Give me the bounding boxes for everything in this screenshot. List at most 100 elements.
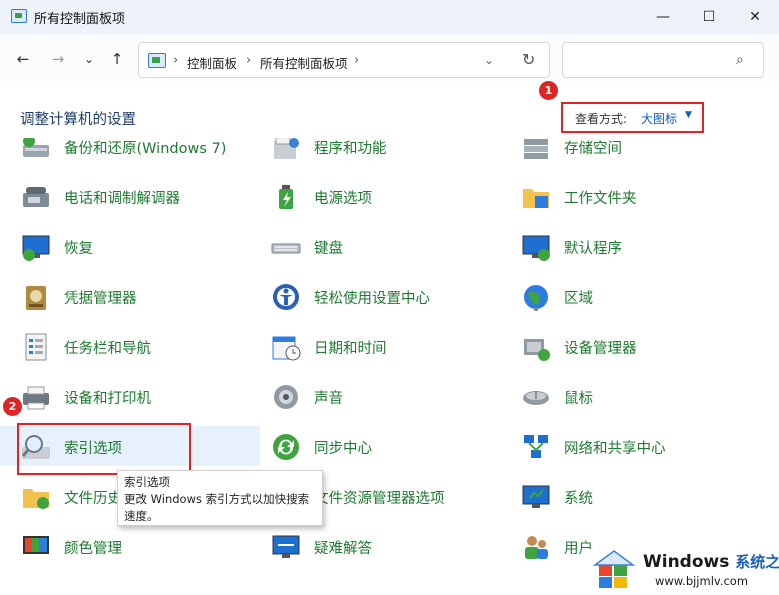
region-icon (524, 285, 548, 311)
control-panel-item[interactable]: 声音 (250, 376, 500, 416)
control-panel-item-label: 区域 (564, 291, 593, 307)
tooltip: 索引选项 更改 Windows 索引方式以加快搜索 速度。 (117, 470, 323, 526)
control-panel-item-label: 备份和还原(Windows 7) (64, 141, 227, 157)
printer-icon (23, 386, 49, 410)
breadcrumb-control-panel[interactable]: 控制面板 (187, 53, 237, 72)
address-bar[interactable]: › 控制面板 › 所有控制面板项 › ⌄ ↻ (138, 42, 550, 78)
control-panel-item[interactable]: 程序和功能 (250, 138, 500, 166)
user-accounts-icon (525, 536, 548, 559)
control-panel-item-label: 设备和打印机 (64, 391, 151, 407)
work-folders-icon (523, 189, 549, 208)
address-row: ← → ⌄ ↑ › 控制面板 › 所有控制面板项 › ⌄ ↻ ⌕ (0, 34, 779, 86)
control-panel-item-label: 工作文件夹 (564, 191, 637, 207)
watermark-brand: Windows 系统之家 (643, 551, 779, 572)
step-badge-2: 2 (3, 397, 22, 416)
control-panel-icon (11, 9, 27, 23)
view-by-value[interactable]: 大图标 (641, 110, 677, 127)
minimize-button[interactable]: — (640, 0, 686, 34)
device-manager-icon (524, 339, 550, 361)
search-input[interactable]: ⌕ (562, 42, 764, 78)
control-panel-item[interactable]: 同步中心 (250, 426, 500, 466)
control-panel-item[interactable]: 默认程序 (500, 226, 750, 266)
phone-modem-icon (23, 187, 49, 207)
page-title: 调整计算机的设置 (20, 112, 136, 128)
control-panel-item[interactable]: 电话和调制解调器 (0, 176, 260, 216)
control-panel-item-label: 同步中心 (314, 441, 372, 457)
control-panel-item[interactable]: 任务栏和导航 (0, 326, 260, 366)
control-panel-item-label: 电话和调制解调器 (64, 191, 180, 207)
power-icon (279, 185, 293, 209)
breadcrumb-separator: › (173, 53, 179, 68)
credential-icon (26, 286, 46, 310)
up-button[interactable]: ↑ (106, 48, 128, 70)
control-panel-item[interactable]: 颜色管理 (0, 526, 260, 566)
chevron-down-icon[interactable]: ⌄ (484, 53, 494, 67)
highlight-box (17, 423, 191, 475)
control-panel-item-label: 日期和时间 (314, 341, 387, 357)
color-icon (23, 536, 49, 554)
control-panel-item[interactable]: 设备管理器 (500, 326, 750, 366)
sound-icon (274, 385, 298, 409)
default-programs-icon (522, 235, 550, 261)
watermark-brand-en: Windows (643, 552, 730, 572)
maximize-button[interactable]: ☐ (686, 0, 732, 34)
control-panel-item[interactable]: 工作文件夹 (500, 176, 750, 216)
control-panel-item[interactable]: 设备和打印机 (0, 376, 260, 416)
control-panel-item-label: 文件资源管理器选项 (314, 491, 445, 507)
control-panel-item[interactable]: 备份和还原(Windows 7) (0, 138, 260, 166)
caret-down-icon[interactable]: ▼ (685, 110, 692, 120)
recent-locations-button[interactable]: ⌄ (78, 48, 100, 70)
control-panel-icon (148, 53, 166, 68)
step-badge-1: 1 (539, 81, 558, 100)
control-panel-item-label: 凭据管理器 (64, 291, 137, 307)
control-panel-item[interactable]: 疑难解答 (250, 526, 500, 566)
control-panel-item[interactable]: 键盘 (250, 226, 500, 266)
control-panel-item[interactable]: 恢复 (0, 226, 260, 266)
control-panel-item-label: 电源选项 (314, 191, 372, 207)
network-icon (524, 435, 548, 458)
control-panel-item[interactable]: 网络和共享中心 (500, 426, 750, 466)
control-panel-item[interactable]: 电源选项 (250, 176, 500, 216)
control-panel-item[interactable]: 鼠标 (500, 376, 750, 416)
forward-button[interactable]: → (47, 48, 69, 70)
back-button[interactable]: ← (12, 48, 34, 70)
datetime-icon (272, 336, 301, 361)
troubleshoot-icon (272, 535, 300, 558)
mouse-icon (523, 391, 549, 405)
breadcrumb-separator: › (246, 53, 252, 68)
recovery-icon (22, 235, 50, 261)
close-button[interactable]: ✕ (732, 0, 778, 34)
control-panel-item-label: 任务栏和导航 (64, 341, 151, 357)
control-panel-item-label: 键盘 (314, 241, 343, 257)
control-panel-item[interactable]: 系统 (500, 476, 750, 516)
view-by-selector[interactable]: 查看方式: 大图标 ▼ (561, 102, 704, 133)
control-panel-item-label: 程序和功能 (314, 141, 387, 157)
control-panel-item[interactable]: 存储空间 (500, 138, 750, 166)
breadcrumb-all-items[interactable]: 所有控制面板项 (260, 53, 348, 72)
breadcrumb-separator: › (354, 53, 360, 68)
control-panel-item[interactable]: 凭据管理器 (0, 276, 260, 316)
windows-logo-icon (592, 550, 636, 588)
control-panel-item-label: 轻松使用设置中心 (314, 291, 430, 307)
storage-icon (524, 139, 548, 159)
control-panel-item-label: 存储空间 (564, 141, 622, 157)
control-panel-item-label: 疑难解答 (314, 541, 372, 557)
file-history-icon (23, 489, 49, 509)
control-panel-item-label: 网络和共享中心 (564, 441, 666, 457)
control-panel-item[interactable]: 轻松使用设置中心 (250, 276, 500, 316)
watermark-url: www.bjjmlv.com (655, 574, 749, 588)
title-bar: 所有控制面板项 — ☐ ✕ (0, 0, 779, 34)
tooltip-description: 速度。 (124, 509, 159, 523)
tooltip-description: 更改 Windows 索引方式以加快搜索 (124, 492, 310, 506)
view-by-label: 查看方式: (575, 112, 628, 126)
system-icon (522, 485, 550, 508)
window-title: 所有控制面板项 (34, 12, 126, 27)
ease-of-access-icon (273, 284, 299, 310)
refresh-icon[interactable]: ↻ (522, 50, 535, 69)
control-panel-item[interactable]: 区域 (500, 276, 750, 316)
control-panel-item-label: 系统 (564, 491, 593, 507)
items-grid: 备份和还原(Windows 7) 程序和功能 存储空间电话和调制解调器 电源选项 工作文… (0, 138, 779, 595)
control-panel-item-label: 恢复 (64, 241, 93, 257)
keyboard-icon (271, 243, 301, 254)
control-panel-item[interactable]: 日期和时间 (250, 326, 500, 366)
